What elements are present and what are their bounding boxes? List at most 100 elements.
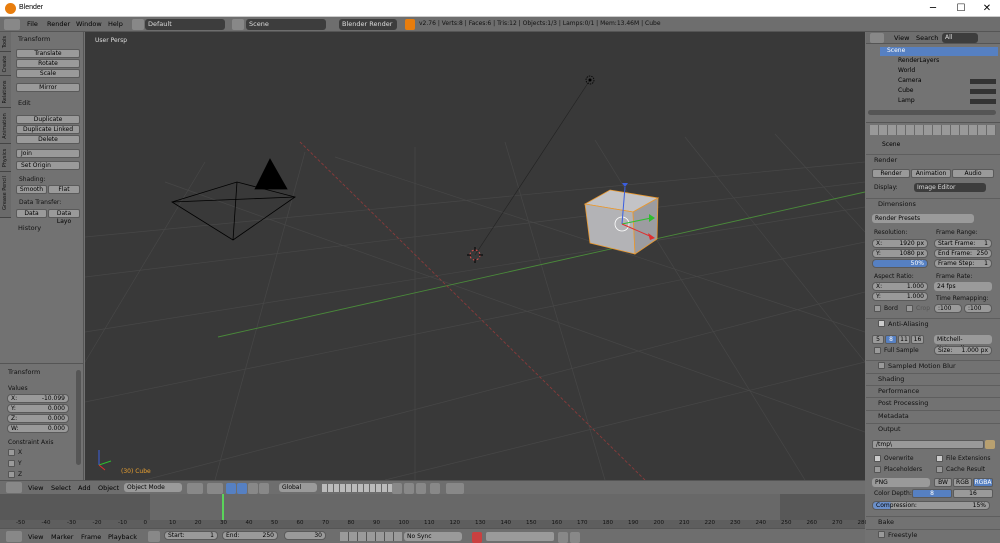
post-processing-panel-header[interactable]: Post Processing [866, 397, 1000, 408]
animation-button[interactable]: Animation [911, 169, 951, 178]
value-x-field[interactable]: X: -10.099 [7, 394, 69, 403]
aa-filter-select[interactable]: Mitchell-Netravali [934, 335, 992, 352]
operator-panel-header[interactable]: Transform [8, 368, 40, 376]
close-button[interactable]: ✕ [974, 0, 1000, 17]
render-preview-icon[interactable] [430, 483, 440, 494]
outliner-item-cube[interactable]: Cube [886, 87, 914, 94]
menu-file[interactable]: File [27, 19, 38, 30]
tab-animation[interactable]: Animation [0, 108, 11, 144]
freestyle-panel-header[interactable]: Freestyle [866, 529, 1000, 540]
dimensions-panel-header[interactable]: Dimensions [866, 198, 1000, 209]
freestyle-checkbox[interactable] [878, 531, 885, 538]
sampled-motion-blur-header[interactable]: Sampled Motion Blur [866, 360, 1000, 371]
outliner-item-world[interactable]: World [886, 67, 915, 74]
keying-set-field[interactable] [486, 532, 554, 541]
mode-select[interactable]: Object Mode [124, 483, 182, 492]
output-panel-header[interactable]: Output [866, 423, 1000, 434]
edit-panel-header[interactable]: Edit [18, 99, 31, 107]
tab-relations[interactable]: Relations [0, 76, 11, 108]
outliner-view-menu[interactable]: View [894, 34, 909, 42]
aa-samples-16[interactable]: 16 [911, 335, 924, 344]
3d-viewport[interactable]: User Persp (30) Cube [85, 32, 865, 480]
translate-manipulator-icon[interactable] [237, 483, 247, 494]
join-button[interactable]: Join [16, 149, 80, 158]
crop-checkbox[interactable] [906, 305, 913, 312]
layer-buttons[interactable] [322, 484, 392, 492]
layout-icon[interactable] [132, 19, 144, 30]
render-engine-select[interactable]: Blender Render [339, 19, 397, 30]
end-frame-prop-field[interactable]: End Frame: 250 [934, 249, 992, 258]
duplicate-linked-button[interactable]: Duplicate Linked [16, 125, 80, 134]
color-depth-16[interactable]: 16 [953, 489, 993, 498]
operator-scrollbar[interactable] [76, 370, 81, 465]
delete-keyframe-icon[interactable] [570, 532, 580, 543]
constraint-x-checkbox[interactable] [8, 449, 15, 456]
rgba-button[interactable]: RGBA [973, 478, 993, 487]
magnet-icon[interactable] [404, 483, 414, 494]
bake-panel-header[interactable]: Bake [866, 516, 1000, 527]
menu-help[interactable]: Help [108, 19, 123, 30]
timeline-editor-type-icon[interactable] [6, 531, 22, 542]
tab-grease-pencil[interactable]: Grease Pencil [0, 172, 11, 218]
frame-rate-select[interactable]: 24 fps [934, 282, 992, 291]
frame-menu[interactable]: Frame [81, 533, 101, 541]
scale-button[interactable]: Scale [16, 69, 80, 78]
record-icon[interactable] [472, 532, 482, 543]
constraint-y-checkbox[interactable] [8, 460, 15, 467]
aa-samples-8[interactable]: 8 [885, 335, 897, 344]
file-extensions-checkbox[interactable] [936, 455, 943, 462]
outliner-filter-select[interactable]: All Scenes [942, 33, 978, 51]
rotate-manipulator-icon[interactable] [248, 483, 258, 494]
file-format-select[interactable]: PNG [872, 478, 930, 487]
timeline[interactable]: -50 -40 -30 -20 -10 0 10 20 30 40 50 60 70 80 90 100 110… [0, 494, 868, 528]
remap-old-field[interactable]: :100 [934, 304, 962, 313]
object-menu[interactable]: Object [98, 484, 119, 492]
viewport-editor-type-icon[interactable] [6, 482, 22, 493]
lock-icon[interactable] [392, 483, 402, 494]
add-menu[interactable]: Add [78, 484, 91, 492]
set-origin-button[interactable]: Set Origin [16, 161, 80, 170]
history-panel-header[interactable]: History [18, 224, 41, 232]
full-sample-checkbox[interactable] [874, 347, 881, 354]
outliner-item-lamp[interactable]: Lamp [886, 97, 915, 104]
current-frame-field[interactable]: 30 [284, 531, 326, 540]
playback-controls[interactable] [340, 532, 402, 541]
mirror-button[interactable]: Mirror [16, 83, 80, 92]
sync-select[interactable]: No Sync [404, 532, 462, 541]
flat-button[interactable]: Flat [48, 185, 80, 194]
start-frame-prop-field[interactable]: Start Frame: 1 [934, 239, 992, 248]
outliner-editor-icon[interactable] [870, 33, 884, 43]
data-button[interactable]: Data [16, 209, 47, 218]
audio-button[interactable]: Audio [952, 169, 994, 178]
aspect-y-field[interactable]: Y: 1.000 [872, 292, 928, 301]
render-panel-header[interactable]: Render [866, 154, 1000, 165]
orientation-select[interactable]: Global [279, 483, 317, 492]
render-presets-select[interactable]: Render Presets [872, 214, 974, 223]
rotate-button[interactable]: Rotate [16, 59, 80, 68]
outliner-item-scene[interactable]: Scene [880, 47, 998, 56]
visibility-toggles[interactable] [970, 77, 996, 105]
select-menu[interactable]: Select [51, 484, 71, 492]
anti-aliasing-panel-header[interactable]: Anti-Aliasing [866, 318, 1000, 329]
motion-blur-checkbox[interactable] [878, 362, 885, 369]
transform-panel-header[interactable]: Transform [18, 35, 50, 43]
value-w-field[interactable]: W: 0.000 [7, 424, 69, 433]
performance-panel-header[interactable]: Performance [866, 385, 1000, 396]
shading-panel-header[interactable]: Shading [866, 373, 1000, 384]
timeline-view-menu[interactable]: View [28, 533, 43, 541]
data-layout-button[interactable]: Data Layo [48, 209, 80, 225]
tab-physics[interactable]: Physics [0, 144, 11, 172]
value-z-field[interactable]: Z: 0.000 [7, 414, 69, 423]
bw-button[interactable]: BW [934, 478, 952, 487]
color-depth-8[interactable]: 8 [912, 489, 952, 498]
resolution-y-field[interactable]: Y: 1080 px [872, 249, 928, 258]
preview-range-icon[interactable] [148, 531, 160, 542]
rgb-button[interactable]: RGB [953, 478, 972, 487]
marker-menu[interactable]: Marker [51, 533, 73, 541]
insert-keyframe-icon[interactable] [558, 532, 568, 543]
anti-aliasing-checkbox[interactable] [878, 320, 885, 327]
constraint-z-checkbox[interactable] [8, 471, 15, 478]
smooth-button[interactable]: Smooth [16, 185, 47, 194]
manipulator-toggle-icon[interactable] [226, 483, 236, 494]
delete-button[interactable]: Delete [16, 135, 80, 144]
